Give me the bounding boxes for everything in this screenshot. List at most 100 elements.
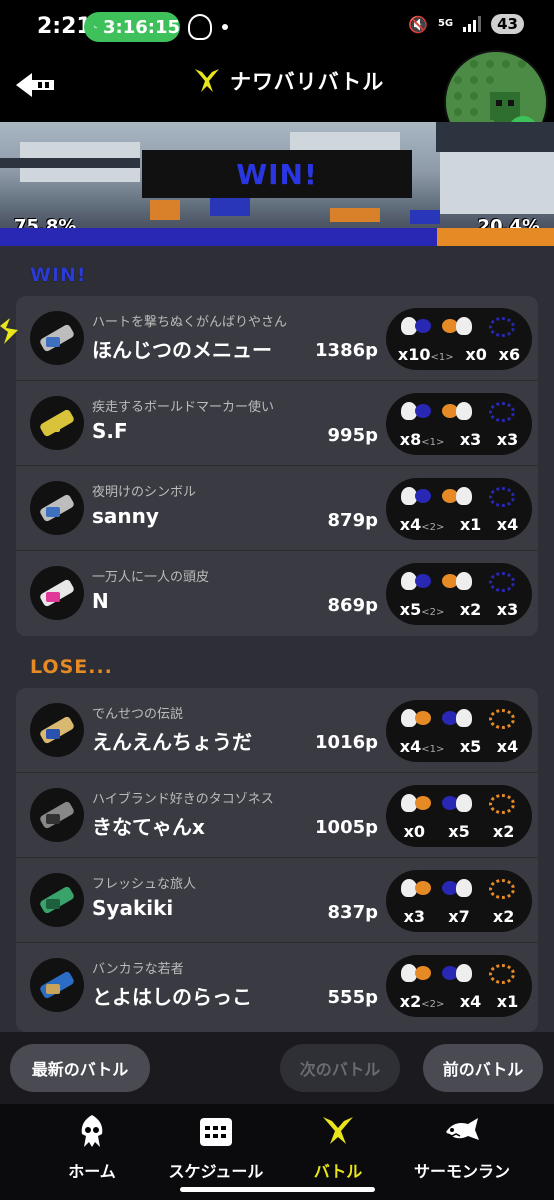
player-stats: x10<1> x0 x6 bbox=[386, 308, 532, 370]
weapon-icon bbox=[30, 566, 84, 620]
player-row[interactable]: でんせつの伝説 えんえんちょうだ 1016p x4<1> x5 x4 bbox=[16, 688, 538, 773]
salmon-icon bbox=[446, 1118, 479, 1140]
turf-points: 879p bbox=[327, 510, 378, 531]
weapon-icon bbox=[30, 396, 84, 450]
tab-home[interactable]: ホーム bbox=[32, 1114, 152, 1182]
special-icon bbox=[485, 315, 519, 339]
player-row[interactable]: ハイブランド好きのタコゾネス きなてゃんx 1005p x0 x5 x2 bbox=[16, 773, 538, 858]
tab-battle[interactable]: バトル bbox=[278, 1114, 398, 1182]
latest-battle-button[interactable]: 最新のバトル bbox=[10, 1044, 150, 1092]
assist-count: <1> bbox=[421, 744, 445, 755]
player-title: フレッシュな旅人 bbox=[92, 877, 197, 892]
player-title: でんせつの伝説 bbox=[92, 707, 184, 722]
death-icon bbox=[441, 792, 476, 816]
special-count: x2 bbox=[492, 907, 515, 926]
tab-home-label: ホーム bbox=[68, 1162, 116, 1181]
back-arrow-icon[interactable] bbox=[14, 70, 56, 100]
weapon-icon bbox=[30, 481, 84, 535]
weapon-icon bbox=[30, 873, 84, 927]
face-id-icon bbox=[188, 14, 212, 40]
win-team-list: ハートを撃ちぬくがんばりやさん ほんじつのメニュー 1386p x10<1> x0 x6 疾… bbox=[16, 296, 538, 636]
special-count: x2 bbox=[492, 822, 515, 841]
kill-icon bbox=[399, 570, 433, 594]
player-name: えんえんちょうだ bbox=[92, 730, 252, 754]
turf-points: 837p bbox=[327, 902, 378, 923]
signal-icon bbox=[463, 16, 482, 32]
player-stats: x8<1> x3 x3 bbox=[386, 393, 532, 455]
call-indicator[interactable]: 3:16:15 bbox=[84, 12, 180, 42]
special-count: x3 bbox=[496, 430, 519, 449]
assist-count: <1> bbox=[430, 352, 454, 363]
death-count: x2 bbox=[459, 600, 482, 619]
player-row[interactable]: バンカラな若者 とよはしのらっこ 555p x2<2> x4 x1 bbox=[16, 943, 538, 1028]
tab-salmon-run[interactable]: サーモンラン bbox=[402, 1114, 522, 1182]
page-title: ナワバリバトル bbox=[230, 70, 385, 94]
death-icon bbox=[441, 962, 476, 986]
kill-icon bbox=[399, 485, 433, 509]
death-count: x5 bbox=[459, 737, 482, 756]
call-time: 3:16:15 bbox=[102, 16, 180, 38]
death-icon bbox=[441, 570, 476, 594]
kill-icon bbox=[399, 792, 433, 816]
turf-points: 869p bbox=[327, 595, 378, 616]
previous-battle-button[interactable]: 前のバトル bbox=[423, 1044, 543, 1092]
special-count: x3 bbox=[496, 600, 519, 619]
kill-count: x4 bbox=[399, 737, 422, 756]
player-name: ほんじつのメニュー bbox=[92, 338, 272, 362]
player-name: N bbox=[92, 589, 109, 613]
special-count: x4 bbox=[496, 515, 519, 534]
next-battle-button[interactable]: 次のバトル bbox=[280, 1044, 400, 1092]
weapon-icon bbox=[30, 958, 84, 1012]
player-stats: x2<2> x4 x1 bbox=[386, 955, 532, 1017]
assist-count: <1> bbox=[421, 437, 445, 448]
kill-count: x4 bbox=[399, 515, 422, 534]
death-icon bbox=[441, 315, 476, 339]
status-bar: 2:21 3:16:15 🔇 5G 43 bbox=[0, 0, 554, 56]
home-indicator bbox=[180, 1187, 375, 1192]
player-name: S.F bbox=[92, 419, 128, 443]
mute-icon: 🔇 bbox=[408, 14, 428, 34]
player-row[interactable]: 一万人に一人の頭皮 N 869p x5<2> x2 x3 bbox=[16, 551, 538, 636]
player-row[interactable]: フレッシュな旅人 Syakiki 837p x3 x7 x2 bbox=[16, 858, 538, 943]
player-row[interactable]: 夜明けのシンボル sanny 879p x4<2> x1 x4 bbox=[16, 466, 538, 551]
player-stats: x4<2> x1 x4 bbox=[386, 478, 532, 540]
lose-team-list: でんせつの伝説 えんえんちょうだ 1016p x4<1> x5 x4 ハイブランド好きのタコ… bbox=[16, 688, 538, 1032]
special-icon bbox=[485, 792, 519, 816]
kill-icon bbox=[399, 877, 433, 901]
death-icon bbox=[441, 877, 476, 901]
special-icon bbox=[485, 570, 519, 594]
special-icon bbox=[485, 400, 519, 424]
death-count: x4 bbox=[459, 992, 482, 1011]
assist-count: <2> bbox=[421, 607, 445, 618]
navigation-buttons: 最新のバトル 次のバトル 前のバトル bbox=[0, 1032, 554, 1104]
kill-icon bbox=[399, 707, 433, 731]
results-list[interactable]: WIN! ハートを撃ちぬくがんばりやさん ほんじつのメニュー 1386p x10<1>… bbox=[0, 246, 554, 1032]
player-stats: x5<2> x2 x3 bbox=[386, 563, 532, 625]
network-type: 5G bbox=[437, 18, 454, 29]
weapon-icon bbox=[30, 788, 84, 842]
page-title-group: ナワバリバトル bbox=[192, 66, 384, 96]
battle-icon bbox=[195, 69, 219, 92]
death-count: x5 bbox=[448, 822, 470, 841]
special-count: x4 bbox=[496, 737, 519, 756]
squid-icon bbox=[81, 1115, 103, 1147]
turf-points: 995p bbox=[327, 425, 378, 446]
player-row[interactable]: ハートを撃ちぬくがんばりやさん ほんじつのメニュー 1386p x10<1> x0 x6 bbox=[16, 296, 538, 381]
app-header: ナワバリバトル bbox=[0, 50, 554, 154]
kill-count: x2 bbox=[399, 992, 422, 1011]
player-name: Syakiki bbox=[92, 896, 174, 920]
dot-icon bbox=[222, 24, 228, 30]
weapon-icon bbox=[30, 311, 84, 365]
death-count: x0 bbox=[465, 345, 487, 364]
special-icon bbox=[485, 962, 519, 986]
death-count: x7 bbox=[448, 907, 470, 926]
player-stats: x0 x5 x2 bbox=[386, 785, 532, 847]
tab-salmon-run-label: サーモンラン bbox=[413, 1162, 510, 1181]
alpha-share-fill bbox=[0, 228, 437, 246]
player-name: きなてゃんx bbox=[92, 815, 205, 839]
tab-schedule[interactable]: スケジュール bbox=[156, 1114, 276, 1182]
current-player-marker-icon bbox=[0, 318, 18, 344]
player-stats: x3 x7 x2 bbox=[386, 870, 532, 932]
player-row[interactable]: 疾走するボールドマーカー使い S.F 995p x8<1> x3 x3 bbox=[16, 381, 538, 466]
death-icon bbox=[441, 400, 476, 424]
